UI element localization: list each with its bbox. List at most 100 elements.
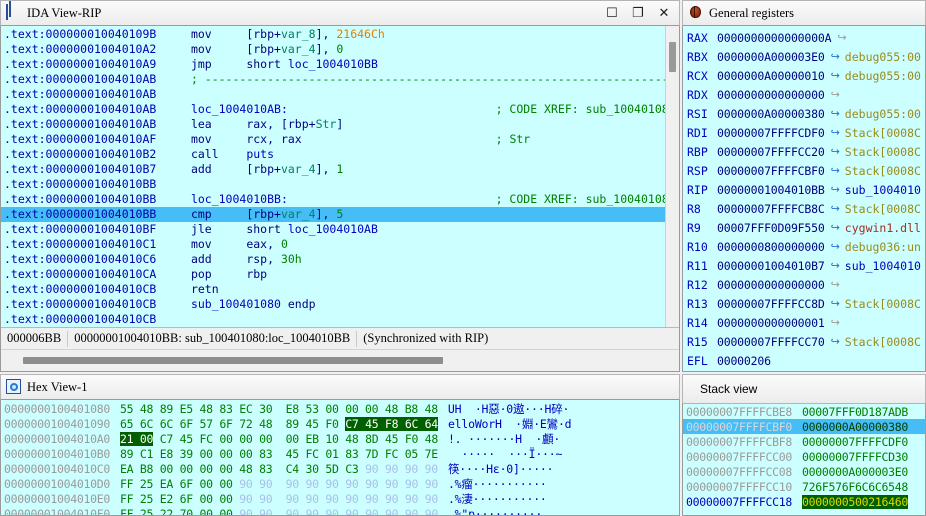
register-value: 00000007FFFFCC8D [717, 296, 825, 311]
register-target-symbol: Stack[0008C [844, 334, 921, 349]
stack-row[interactable]: 00000007FFFFCC10 726F576F6C6C6548 [683, 479, 925, 494]
disassembly-line[interactable]: .text:00000001004010BF jle short loc_100… [1, 222, 665, 237]
register-target-symbol: cygwin1.dll [844, 220, 921, 235]
register-row[interactable]: RBP 00000007FFFFCC20 ↪ Stack[0008C [683, 142, 925, 161]
registers-titlebar[interactable]: General registers [682, 0, 926, 26]
disassembly-line[interactable]: .text:00000001004010AB loc_1004010AB: ; … [1, 102, 665, 117]
hex-bytes[interactable]: EA B8 00 00 00 00 48 83 C4 30 5D C3 90 9… [120, 462, 438, 476]
hex-row[interactable]: 0000000100401090 65 6C 6C 6F 57 6F 72 48 … [1, 416, 679, 431]
disassembly-line[interactable]: .text:00000001004010CB [1, 312, 665, 327]
stack-row-current[interactable]: 00000007FFFFCBF0 0000000A00000380 [683, 419, 925, 434]
hex-bytes[interactable]: FF 25 E2 6F 00 00 90 90 90 90 90 90 90 9… [120, 492, 438, 506]
hex-view-titlebar[interactable]: Hex View-1 [0, 374, 680, 400]
register-row[interactable]: RSP 00000007FFFFCBF0 ↪ Stack[0008C [683, 161, 925, 180]
disassembly-line[interactable]: .text:00000001004010B7 add [rbp+var_4], … [1, 162, 665, 177]
xref-comment: ; CODE XREF: sub_100401080+3F↓j [495, 102, 665, 116]
separator-comment: ; --------------------------------------… [190, 72, 665, 86]
stack-row[interactable]: 00000007FFFFCC00 00000007FFFFCD30 [683, 449, 925, 464]
disassembly-line[interactable]: .text:00000001004010CB retn [1, 282, 665, 297]
hex-bytes[interactable]: FF 25 22 70 00 00 90 90 90 90 90 90 90 9… [120, 507, 438, 516]
hex-row[interactable]: 00000001004010D0 FF 25 EA 6F 00 00 90 90 … [1, 476, 679, 491]
hex-row[interactable]: 00000001004010F0 FF 25 22 70 00 00 90 90 … [1, 506, 679, 516]
register-row[interactable]: RIP 00000001004010BB ↪ sub_1004010 [683, 180, 925, 199]
disassembly-vertical-scrollbar[interactable] [665, 26, 679, 327]
disassembly-horizontal-scrollbar[interactable] [1, 349, 679, 371]
status-sync: (Synchronized with RIP) [363, 331, 489, 345]
hex-dump-listing[interactable]: 0000000100401080 55 48 89 E5 48 83 EC 30 … [0, 400, 680, 516]
restore-button[interactable]: ❐ [625, 2, 651, 24]
stack-row[interactable]: 00000007FFFFCC08 0000000A000003E0 [683, 464, 925, 479]
register-pointer-arrow-icon: ↪ [830, 317, 840, 329]
hex-bytes[interactable]: FF 25 EA 6F 00 00 90 90 90 90 90 90 90 9… [120, 477, 438, 491]
disassembly-line[interactable]: .text:00000001004010C6 add rsp, 30h [1, 252, 665, 267]
disassembly-line[interactable]: .text:00000001004010C1 mov eax, 0 [1, 237, 665, 252]
disassembly-line-current[interactable]: .text:00000001004010BB cmp [rbp+var_4], … [1, 207, 665, 222]
register-row[interactable]: R15 00000007FFFFCC70 ↪ Stack[0008C [683, 332, 925, 351]
stack-row[interactable]: 00000007FFFFCBE8 00007FFF0D187ADB [683, 404, 925, 419]
hex-bytes[interactable]: 21 00 C7 45 FC 00 00 00 00 EB 10 48 8D 4… [119, 431, 438, 446]
maximize-button[interactable]: ☐ [599, 2, 625, 24]
hex-row[interactable]: 00000001004010E0 FF 25 E2 6F 00 00 90 90 … [1, 491, 679, 506]
register-row[interactable]: R8 00000007FFFFCB8C ↪ Stack[0008C [683, 199, 925, 218]
register-name: R8 [687, 201, 701, 216]
status-offset: 000006BB [7, 331, 62, 345]
register-row[interactable]: R11 00000001004010B7 ↪ sub_1004010 [683, 256, 925, 275]
register-row[interactable]: RBX 0000000A000003E0 ↪ debug055:00 [683, 47, 925, 66]
hex-bytes[interactable]: 89 C1 E8 39 00 00 00 83 45 FC 01 83 7D F… [120, 447, 438, 461]
register-target-symbol: Stack[0008C [844, 144, 921, 159]
register-row[interactable]: R14 0000000000000001 ↪ [683, 313, 925, 332]
stack-view-panel: Stack view 00000007FFFFCBE8 00007FFF0D187… [682, 374, 926, 516]
disassembly-line[interactable]: .text:00000001004010AF mov rcx, rax ; St… [1, 132, 665, 147]
disassembly-line[interactable]: .text:00000001004010A2 mov [rbp+var_4], … [1, 42, 665, 57]
stack-row[interactable]: 00000007FFFFCC18 0000000500216460 [683, 494, 925, 509]
register-pointer-arrow-icon: ↪ [837, 32, 847, 44]
stack-row[interactable]: 00000007FFFFCBF8 00000007FFFFCDF0 [683, 434, 925, 449]
register-pointer-arrow-icon: ↪ [830, 260, 840, 272]
stack-value: 726F576F6C6C6548 [801, 479, 908, 494]
register-row[interactable]: R13 00000007FFFFCC8D ↪ Stack[0008C [683, 294, 925, 313]
register-target-symbol: Stack[0008C [844, 296, 921, 311]
label-definition: loc_1004010BB: [190, 192, 496, 206]
hex-address: 00000001004010D0 [4, 476, 110, 491]
register-row[interactable]: RCX 0000000A00000010 ↪ debug055:00 [683, 66, 925, 85]
register-target-symbol: Stack[0008C [844, 163, 921, 178]
disassembly-line[interactable]: .text:00000001004010AB lea rax, [rbp+Str… [1, 117, 665, 132]
status-location: 00000001004010BB: sub_100401080:loc_1004… [74, 331, 351, 345]
hex-row[interactable]: 0000000100401080 55 48 89 E5 48 83 EC 30 … [1, 401, 679, 416]
disassembly-line[interactable]: .text:00000001004010B2 call puts [1, 147, 665, 162]
scrollbar-thumb[interactable] [669, 42, 676, 72]
register-row[interactable]: RSI 0000000A00000380 ↪ debug055:00 [683, 104, 925, 123]
disassembly-line[interactable]: .text:00000001004010CB sub_100401080 end… [1, 297, 665, 312]
register-row[interactable]: RAX 0000000000000000A ↪ [683, 28, 925, 47]
register-row[interactable]: R9 00007FFF0D09F550 ↪ cygwin1.dll [683, 218, 925, 237]
register-row[interactable]: R12 0000000000000000 ↪ [683, 275, 925, 294]
hscroll-thumb[interactable] [23, 357, 443, 364]
register-name: R11 [687, 258, 708, 273]
register-value: 00000001004010B7 [717, 258, 825, 273]
hex-bytes[interactable]: 55 48 89 E5 48 83 EC 30 E8 53 00 00 00 4… [120, 402, 438, 416]
disassembly-listing[interactable]: .text:000000010040109B mov [rbp+var_8], … [1, 26, 665, 327]
register-pointer-arrow-icon: ↪ [830, 241, 840, 253]
disassembly-line[interactable]: .text:000000010040109B mov [rbp+var_8], … [1, 27, 665, 42]
hex-row[interactable]: 00000001004010C0 EA B8 00 00 00 00 48 83 … [1, 461, 679, 476]
stack-listing[interactable]: 00000007FFFFCBE8 00007FFF0D187ADB 00000007… [682, 404, 926, 516]
register-row[interactable]: RDX 0000000000000000 ↪ [683, 85, 925, 104]
register-row[interactable]: RDI 00000007FFFFCDF0 ↪ Stack[0008C [683, 123, 925, 142]
register-pointer-arrow-icon: ↪ [830, 336, 840, 348]
disassembly-line[interactable]: .text:00000001004010AB [1, 87, 665, 102]
disassembly-line[interactable]: .text:00000001004010A9 jmp short loc_100… [1, 57, 665, 72]
registers-list[interactable]: RAX 0000000000000000A ↪ RBX 0000000A000003E0… [682, 26, 926, 372]
hex-row[interactable]: 00000001004010A0 21 00 C7 45 FC 00 00 00 … [1, 431, 679, 446]
register-target-symbol: Stack[0008C [844, 125, 921, 140]
ida-view-titlebar[interactable]: IDA View-RIP ☐ ❐ ✕ [0, 0, 680, 26]
disassembly-line[interactable]: .text:00000001004010CA pop rbp [1, 267, 665, 282]
register-row[interactable]: EFL 00000206 [683, 351, 925, 370]
disassembly-line[interactable]: .text:00000001004010AB ; ---------------… [1, 72, 665, 87]
disassembly-line[interactable]: .text:00000001004010BB [1, 177, 665, 192]
hex-row[interactable]: 00000001004010B0 89 C1 E8 39 00 00 00 83 … [1, 446, 679, 461]
disassembly-line[interactable]: .text:00000001004010BB loc_1004010BB: ; … [1, 192, 665, 207]
hex-bytes[interactable]: 65 6C 6C 6F 57 6F 72 48 89 45 F0 C7 45 F… [120, 416, 438, 431]
close-button[interactable]: ✕ [651, 2, 677, 24]
register-row[interactable]: R10 0000000800000000 ↪ debug036:un [683, 237, 925, 256]
stack-view-titlebar[interactable]: Stack view [682, 374, 926, 404]
